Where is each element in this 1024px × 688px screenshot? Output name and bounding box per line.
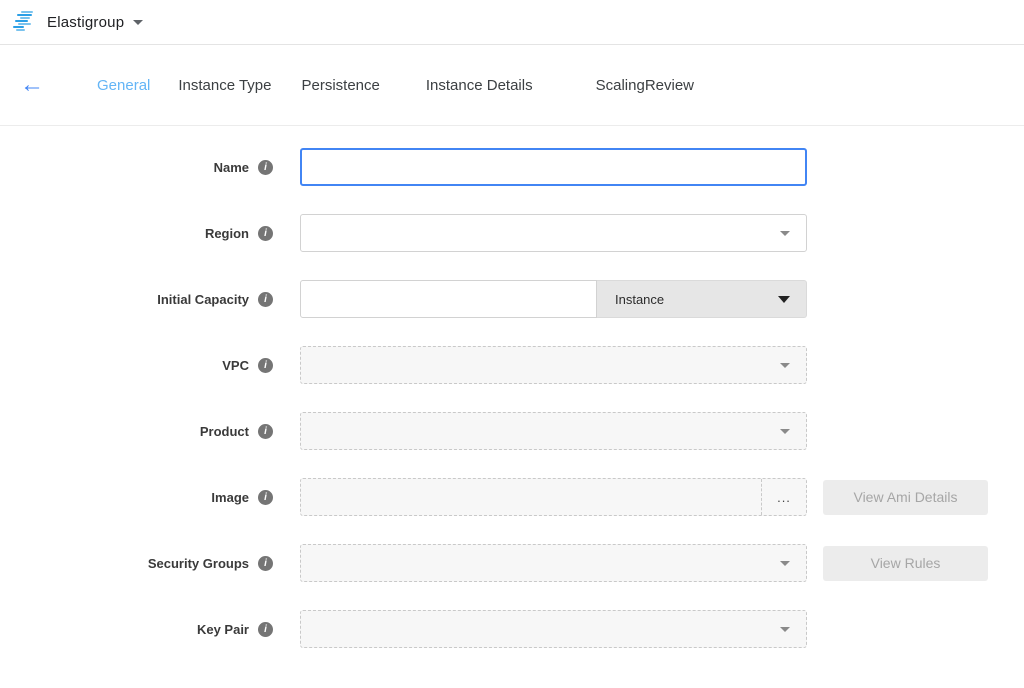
product-switcher[interactable]: Elastigroup xyxy=(47,14,143,31)
product-row: Product i xyxy=(0,412,1024,450)
info-icon[interactable]: i xyxy=(258,358,273,373)
name-input[interactable] xyxy=(300,148,807,186)
name-row: Name i xyxy=(0,148,1024,186)
tab-general[interactable]: General xyxy=(97,77,150,94)
initial-capacity-row: Initial Capacity i Instance xyxy=(0,280,1024,318)
info-icon[interactable]: i xyxy=(258,622,273,637)
security-groups-select[interactable] xyxy=(300,544,807,582)
product-label: Product xyxy=(200,424,249,439)
image-row: Image i ... View Ami Details xyxy=(0,478,1024,516)
info-icon[interactable]: i xyxy=(258,556,273,571)
tab-instance-type[interactable]: Instance Type xyxy=(178,77,271,94)
chevron-down-icon xyxy=(133,20,143,25)
chevron-down-icon xyxy=(780,561,790,566)
elastigroup-logo-icon xyxy=(13,11,37,33)
tab-review[interactable]: Review xyxy=(645,77,694,94)
chevron-down-icon xyxy=(780,231,790,236)
vpc-label: VPC xyxy=(222,358,249,373)
initial-capacity-label: Initial Capacity xyxy=(157,292,249,307)
chevron-down-icon xyxy=(778,296,790,303)
info-icon[interactable]: i xyxy=(258,160,273,175)
view-rules-button[interactable]: View Rules xyxy=(823,546,988,581)
security-groups-label: Security Groups xyxy=(148,556,249,571)
region-label: Region xyxy=(205,226,249,241)
region-select[interactable] xyxy=(300,214,807,252)
security-groups-row: Security Groups i View Rules xyxy=(0,544,1024,582)
image-browse-button[interactable]: ... xyxy=(761,479,806,515)
product-select[interactable] xyxy=(300,412,807,450)
image-label: Image xyxy=(211,490,249,505)
vpc-select[interactable] xyxy=(300,346,807,384)
app-title: Elastigroup xyxy=(47,14,124,31)
back-button[interactable]: ← xyxy=(12,73,52,97)
chevron-down-icon xyxy=(780,627,790,632)
info-icon[interactable]: i xyxy=(258,490,273,505)
info-icon[interactable]: i xyxy=(258,226,273,241)
region-row: Region i xyxy=(0,214,1024,252)
wizard-tab-bar: ← General Instance Type Persistence Inst… xyxy=(0,45,1024,126)
top-bar: Elastigroup xyxy=(0,0,1024,45)
tab-persistence[interactable]: Persistence xyxy=(302,77,380,94)
general-form: Name i Region i Initial Capacity i Inst xyxy=(0,126,1024,648)
key-pair-label: Key Pair xyxy=(197,622,249,637)
name-label: Name xyxy=(214,160,249,175)
back-arrow-icon: ← xyxy=(20,73,44,97)
image-field: ... xyxy=(300,478,807,516)
chevron-down-icon xyxy=(780,363,790,368)
capacity-unit-value: Instance xyxy=(615,292,664,307)
key-pair-row: Key Pair i xyxy=(0,610,1024,648)
initial-capacity-input[interactable] xyxy=(300,280,597,318)
vpc-row: VPC i xyxy=(0,346,1024,384)
info-icon[interactable]: i xyxy=(258,424,273,439)
key-pair-select[interactable] xyxy=(300,610,807,648)
tab-scaling[interactable]: Scaling xyxy=(596,77,645,94)
view-ami-details-button[interactable]: View Ami Details xyxy=(823,480,988,515)
info-icon[interactable]: i xyxy=(258,292,273,307)
tab-instance-details[interactable]: Instance Details xyxy=(426,77,533,94)
capacity-unit-select[interactable]: Instance xyxy=(597,280,807,318)
chevron-down-icon xyxy=(780,429,790,434)
